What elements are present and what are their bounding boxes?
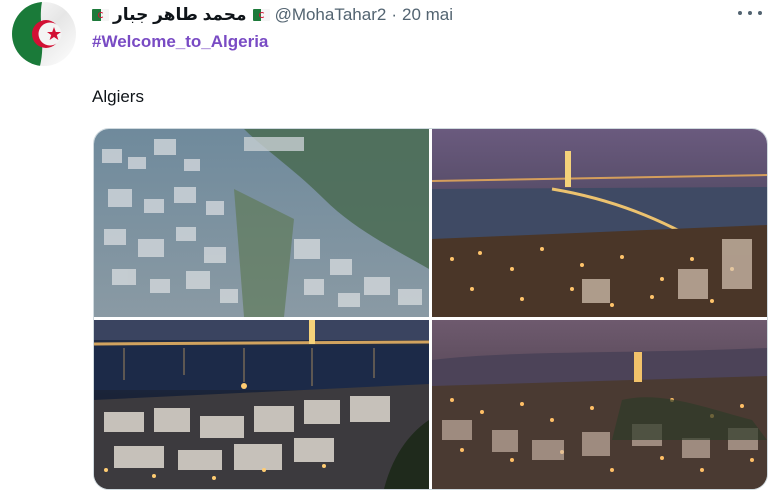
algiers-waterfront-night-photo[interactable] (94, 320, 429, 489)
avatar[interactable] (12, 2, 76, 66)
algeria-flag-icon (252, 9, 270, 21)
media-grid (93, 128, 768, 490)
algeria-flag-icon (92, 9, 109, 21)
algiers-aerial-day-photo[interactable] (94, 129, 429, 317)
algiers-bay-night-photo[interactable] (432, 129, 767, 317)
tweet-header: محمد طاهر جبار @MohaTahar2 · 20 mai (92, 4, 453, 26)
tweet-date[interactable]: 20 mai (402, 5, 453, 25)
display-name[interactable]: محمد طاهر جبار (113, 5, 247, 25)
user-handle[interactable]: @MohaTahar2 (275, 5, 387, 25)
separator-dot: · (391, 5, 397, 24)
algiers-hills-dusk-photo[interactable] (432, 320, 767, 489)
more-options-icon[interactable] (738, 6, 762, 20)
algeria-flag-avatar-icon (12, 2, 76, 66)
tweet-text: Algiers (92, 87, 144, 106)
hashtag-link[interactable]: #Welcome_to_Algeria (92, 32, 268, 52)
